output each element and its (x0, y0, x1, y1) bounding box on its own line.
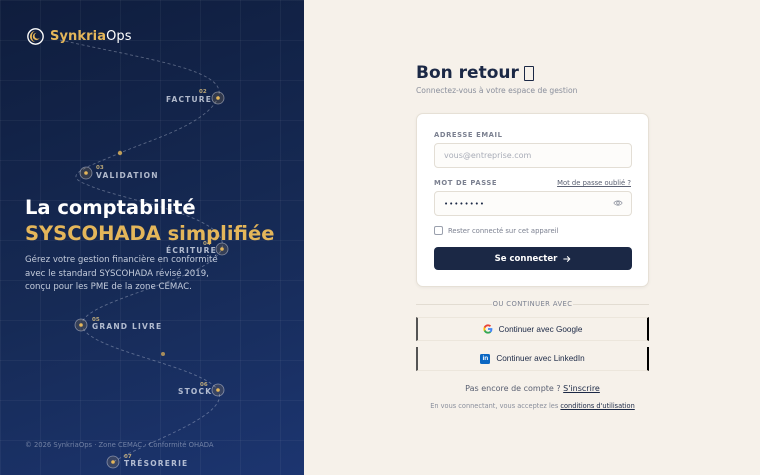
node-stock (211, 383, 225, 397)
left-footer: © 2026 SynkriaOps · Zone CEMAC · Conform… (25, 441, 214, 449)
login-button[interactable]: Se connecter (434, 247, 632, 270)
linkedin-icon: in (480, 353, 491, 364)
divider: OU CONTINUER AVEC (416, 300, 649, 310)
eye-icon[interactable] (613, 198, 623, 208)
brand-panel: SynkriaOps 02 FACTURE 03 VALIDATION 04 É… (0, 0, 304, 475)
login-subtitle: Connectez-vous à votre espace de gestion (416, 86, 578, 95)
brand-name: SynkriaOps (50, 29, 132, 44)
node-small (117, 150, 123, 156)
step-label-facture: FACTURE (166, 95, 213, 104)
step-label-validation: VALIDATION (96, 171, 159, 180)
password-input[interactable] (434, 191, 632, 216)
waving-hand-icon (523, 65, 534, 81)
terms-notice: En vous connectant, vous acceptez les co… (430, 402, 635, 410)
email-input[interactable] (434, 143, 632, 168)
step-label-grand-livre: GRAND LIVRE (92, 322, 163, 331)
node-facture (211, 91, 225, 105)
linkedin-login-button[interactable]: in Continuer avec LinkedIn (416, 347, 649, 371)
login-title: Bon retour (416, 63, 534, 83)
node-small-2 (161, 352, 165, 356)
google-login-button[interactable]: Continuer avec Google (416, 317, 649, 341)
step-label-tresorerie: TRÉSORERIE (124, 459, 189, 468)
signup-prompt: Pas encore de compte ? S'inscrire (465, 384, 600, 393)
login-panel: Bon retour Connectez-vous à votre espace… (304, 0, 760, 475)
arrow-right-icon (563, 255, 571, 262)
remember-checkbox[interactable] (434, 226, 443, 235)
login-form: ADRESSE EMAIL MOT DE PASSE Mot de passe … (416, 113, 649, 287)
moon-logo-icon (27, 28, 44, 45)
step-label-stock: STOCK (178, 387, 213, 396)
password-label: MOT DE PASSE (434, 179, 498, 187)
node-grand-livre (74, 318, 88, 332)
hero-title-line2: SYSCOHADA simplifiée (25, 222, 275, 245)
brand-logo[interactable]: SynkriaOps (27, 28, 132, 45)
node-tresorerie (106, 455, 120, 469)
remember-me[interactable]: Rester connecté sur cet appareil (434, 226, 559, 235)
terms-link[interactable]: conditions d'utilisation (560, 402, 634, 410)
hero-description: Gérez votre gestion financière en confor… (25, 255, 218, 292)
forgot-password-link[interactable]: Mot de passe oublié ? (557, 179, 631, 187)
hero-title: La comptabilité SYSCOHADA simplifiée (25, 195, 274, 247)
remember-label: Rester connecté sur cet appareil (448, 226, 559, 235)
hero-title-line1: La comptabilité (25, 196, 196, 219)
google-icon (483, 324, 492, 334)
signup-link[interactable]: S'inscrire (563, 384, 600, 393)
email-label: ADRESSE EMAIL (434, 131, 503, 139)
node-validation (79, 166, 93, 180)
